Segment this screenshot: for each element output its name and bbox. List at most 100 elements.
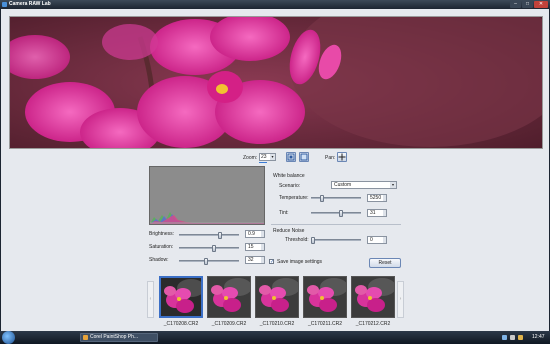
- temperature-thumb[interactable]: [320, 195, 324, 202]
- system-tray: 12:47: [498, 333, 548, 342]
- filmstrip-thumbnail[interactable]: _C170210.CR2: [255, 276, 299, 328]
- zoom-value: 23: [261, 154, 267, 160]
- clock: 12:47: [532, 334, 545, 340]
- start-button[interactable]: [2, 331, 15, 344]
- network-icon[interactable]: [502, 335, 507, 340]
- pan-cross-icon: [338, 153, 346, 161]
- tint-spinner[interactable]: [383, 210, 386, 216]
- taskbar-paintshop-button[interactable]: Corel PaintShop Ph...: [80, 333, 158, 342]
- temperature-label: Temperature:: [279, 195, 309, 201]
- shadow-label: Shadow:: [149, 257, 169, 263]
- chevron-down-icon[interactable]: ▾: [390, 182, 396, 188]
- actual-size-icon: [300, 153, 308, 161]
- shadow-slider[interactable]: [179, 258, 239, 265]
- filmstrip-thumbnail[interactable]: _C170209.CR2: [207, 276, 251, 328]
- filmstrip-thumbnail[interactable]: _C170211.CR2: [303, 276, 347, 328]
- notification-icon[interactable]: [518, 335, 523, 340]
- white-balance-panel: White balance Scenario: Custom ▾ Tempera…: [269, 173, 405, 273]
- save-settings-checkbox[interactable]: ✓: [269, 259, 274, 265]
- filmstrip-prev-button[interactable]: ‹: [147, 281, 154, 318]
- thumbnail-filename: _C170211.CR2: [307, 321, 343, 327]
- shadow-row: Shadow: 32: [149, 256, 267, 265]
- orchid-photo: [10, 17, 542, 148]
- tint-value: 31: [370, 210, 376, 216]
- taskbar-paintshop-label: Corel PaintShop Ph...: [90, 334, 139, 340]
- window-title: Camera RAW Lab: [9, 1, 51, 7]
- histogram: [149, 166, 265, 225]
- thumbnail-image: [159, 276, 203, 318]
- saturation-spinner[interactable]: [261, 244, 264, 250]
- filmstrip-thumbnail[interactable]: _C170212.CR2: [351, 276, 395, 328]
- scenario-label: Scenario:: [279, 183, 301, 189]
- threshold-input[interactable]: 0: [367, 236, 387, 244]
- scenario-select[interactable]: Custom ▾: [331, 181, 397, 189]
- fit-to-window-icon: [287, 153, 295, 161]
- tint-input[interactable]: 31: [367, 209, 387, 217]
- brightness-label: Brightness:: [149, 231, 175, 237]
- saturation-value: 15: [248, 244, 254, 250]
- scenario-value: Custom: [334, 182, 352, 188]
- shadow-spinner[interactable]: [261, 257, 264, 263]
- brightness-row: Brightness: 0.9: [149, 230, 267, 239]
- saturation-label: Saturation:: [149, 244, 174, 250]
- threshold-slider[interactable]: [311, 237, 361, 244]
- fit-to-window-button[interactable]: [286, 152, 296, 162]
- actual-size-button[interactable]: [299, 152, 309, 162]
- thumbnail-image: [303, 276, 347, 318]
- thumbnail-image: [207, 276, 251, 318]
- temperature-spinner[interactable]: [383, 195, 386, 201]
- histogram-graph: [150, 167, 264, 224]
- temperature-slider[interactable]: [311, 195, 361, 202]
- maximize-button[interactable]: □: [522, 1, 533, 8]
- reduce-noise-title: Reduce Noise: [273, 228, 305, 234]
- brightness-value: 0.9: [248, 231, 255, 237]
- white-balance-title: White balance: [273, 173, 305, 179]
- save-settings-row[interactable]: ✓ Save image settings: [269, 259, 359, 267]
- pan-label: Pan:: [325, 155, 336, 161]
- reset-button[interactable]: Reset: [369, 258, 401, 268]
- brightness-spinner[interactable]: [261, 231, 264, 237]
- pan-button[interactable]: [337, 152, 347, 162]
- tint-thumb[interactable]: [339, 210, 343, 217]
- saturation-input[interactable]: 15: [245, 243, 265, 251]
- thumbnail-filename: _C170210.CR2: [259, 321, 295, 327]
- threshold-label: Threshold:: [285, 237, 309, 243]
- thumbnail-filename: _C170209.CR2: [211, 321, 247, 327]
- filmstrip-next-button[interactable]: ›: [397, 281, 404, 318]
- temperature-input[interactable]: 5250: [367, 194, 387, 202]
- zoom-select[interactable]: 23 ▾: [259, 153, 276, 161]
- minimize-button[interactable]: –: [510, 1, 521, 8]
- close-button[interactable]: ✕: [534, 1, 548, 8]
- saturation-row: Saturation: 15: [149, 243, 267, 252]
- threshold-thumb[interactable]: [311, 237, 315, 244]
- save-settings-label[interactable]: Save image settings: [277, 259, 322, 265]
- taskbar: Corel PaintShop Ph... 12:47: [0, 331, 550, 344]
- volume-icon[interactable]: [510, 335, 515, 340]
- brightness-thumb[interactable]: [218, 232, 222, 239]
- shadow-value: 32: [248, 257, 254, 263]
- filmstrip-thumbnail[interactable]: _C170208.CR2: [159, 276, 203, 328]
- shadow-thumb[interactable]: [204, 258, 208, 265]
- brightness-slider[interactable]: [179, 232, 239, 239]
- tint-slider[interactable]: [311, 210, 361, 217]
- thumbnail-image: [351, 276, 395, 318]
- section-divider: [271, 224, 401, 225]
- thumbnail-filename: _C170212.CR2: [355, 321, 391, 327]
- chevron-down-icon[interactable]: ▾: [270, 154, 275, 160]
- paintshop-icon: [83, 335, 88, 340]
- saturation-thumb[interactable]: [212, 245, 216, 252]
- threshold-spinner[interactable]: [383, 237, 386, 243]
- app-icon: [2, 2, 7, 7]
- thumbnail-filename: _C170208.CR2: [163, 321, 199, 327]
- temperature-value: 5250: [370, 195, 382, 201]
- zoom-underline: [259, 162, 267, 163]
- brightness-input[interactable]: 0.9: [245, 230, 265, 238]
- image-preview[interactable]: [9, 16, 543, 149]
- filmstrip: ‹ › _C170208.CR2 _C170209.CR2 _C170210.CR2…: [147, 274, 405, 329]
- tint-label: Tint:: [279, 210, 289, 216]
- adjustments-panel: Brightness: 0.9 Saturation: 15 Shadow: 3…: [149, 166, 267, 270]
- saturation-slider[interactable]: [179, 245, 239, 252]
- shadow-input[interactable]: 32: [245, 256, 265, 264]
- main-window: Zoom: 23 ▾ Pan: Brightness: 0.9 Saturati…: [0, 9, 550, 331]
- title-bar: Camera RAW Lab – □ ✕: [0, 0, 550, 9]
